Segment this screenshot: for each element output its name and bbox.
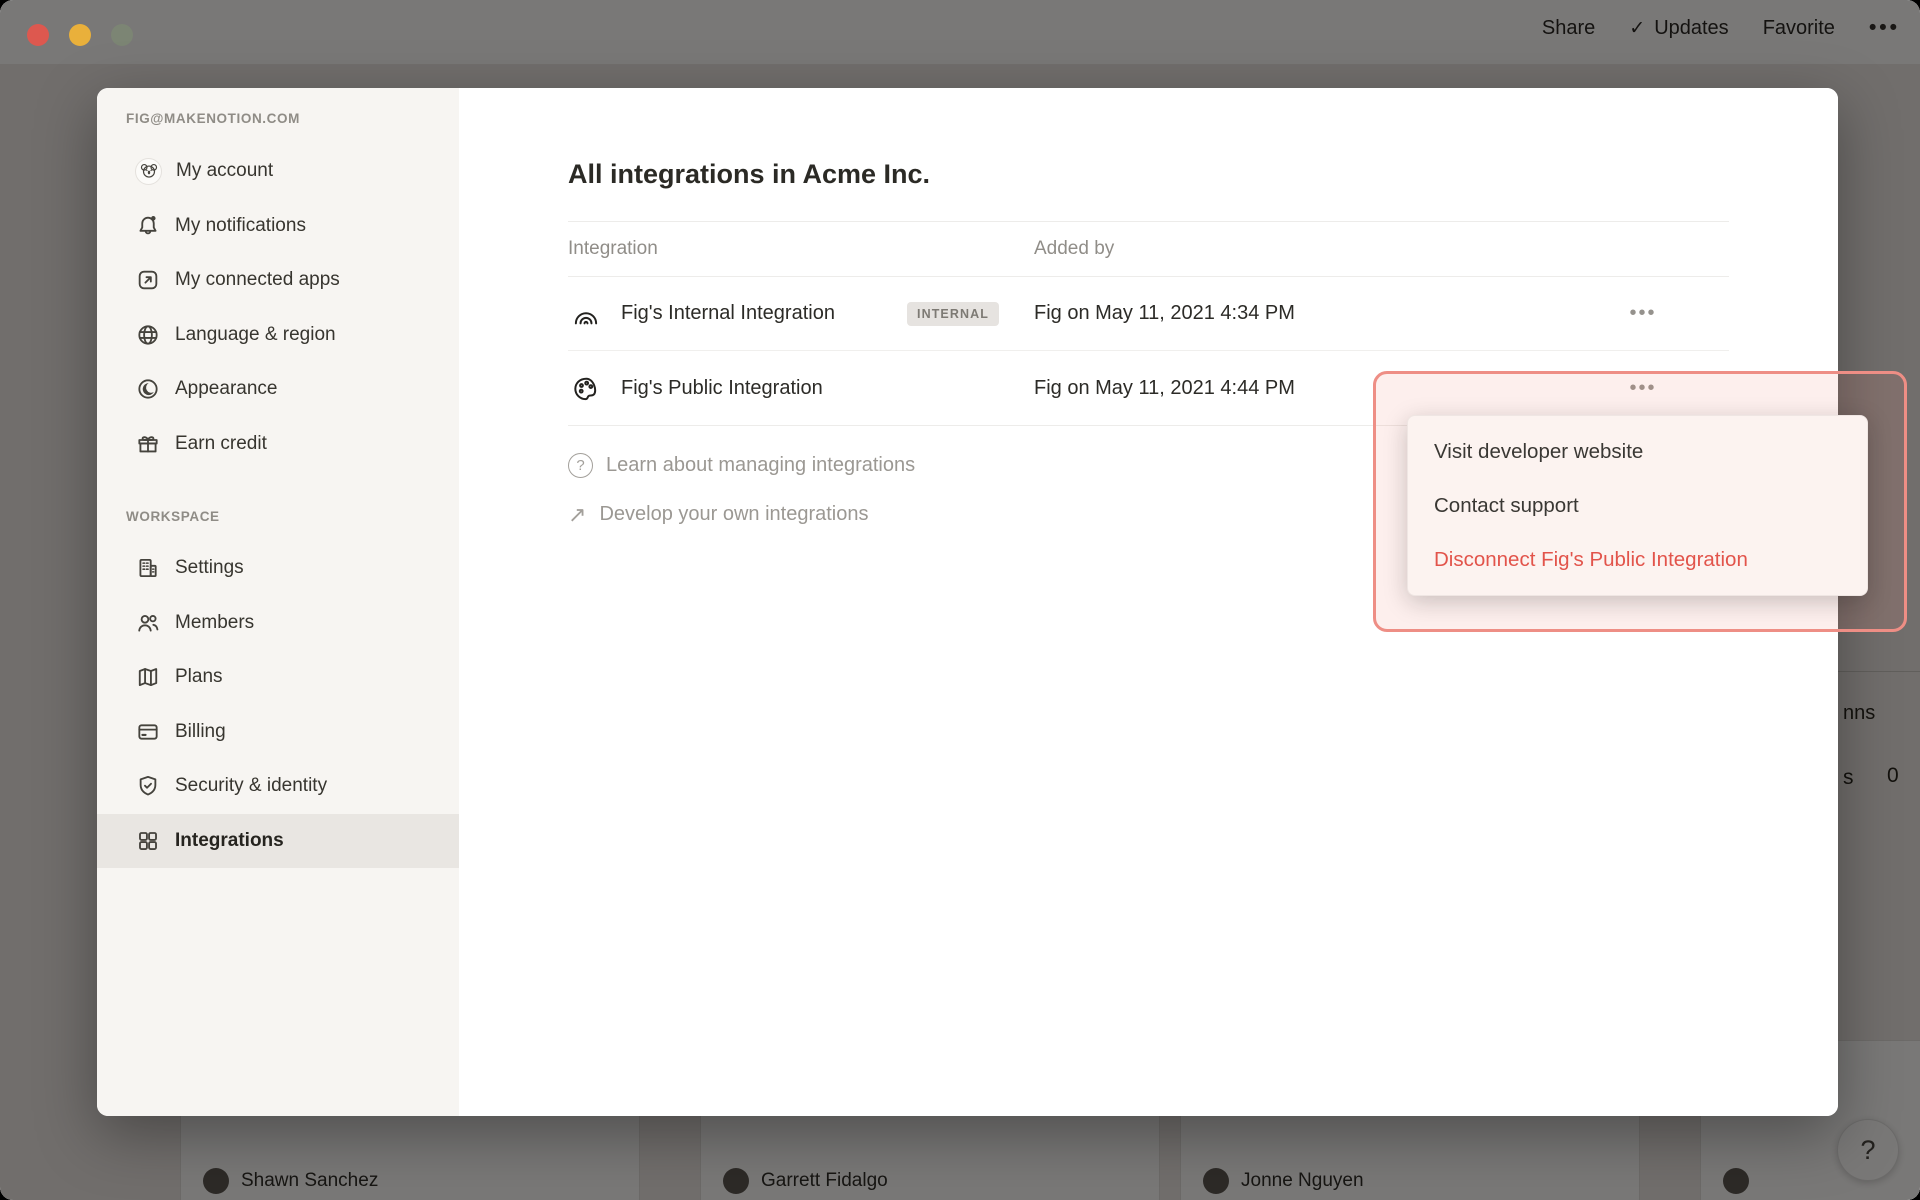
- minimize-window-button[interactable]: [69, 24, 91, 46]
- sidebar-item-label: My notifications: [175, 215, 306, 237]
- sidebar-item-label: Security & identity: [175, 775, 327, 797]
- link-label: Learn about managing integrations: [606, 454, 915, 477]
- arrow-up-right-icon: ↗: [568, 504, 586, 526]
- sidebar-item-integrations[interactable]: Integrations: [97, 814, 459, 869]
- settings-dialog: FIG@MAKENOTION.COM My account: [97, 88, 1838, 1116]
- sidebar-item-label: Members: [175, 612, 254, 634]
- koala-avatar: [135, 158, 162, 185]
- grid-icon: [135, 828, 161, 854]
- sidebar-item-label: Settings: [175, 557, 244, 579]
- ellipsis-icon: •••: [1629, 302, 1656, 324]
- external-link-square-icon: [135, 267, 161, 293]
- sidebar-item-plans[interactable]: Plans: [97, 650, 459, 705]
- row-more-button[interactable]: •••: [1608, 377, 1678, 400]
- sidebar-item-label: My account: [176, 160, 273, 182]
- learn-managing-integrations-link[interactable]: ? Learn about managing integrations: [568, 453, 915, 478]
- link-label: Develop your own integrations: [599, 503, 868, 526]
- settings-sidebar: FIG@MAKENOTION.COM My account: [97, 88, 459, 1116]
- sidebar-item-settings[interactable]: Settings: [97, 541, 459, 596]
- moon-icon: [135, 376, 161, 402]
- question-circle-icon: ?: [568, 453, 593, 478]
- menu-item-contact-support[interactable]: Contact support: [1408, 479, 1867, 533]
- building-icon: [135, 555, 161, 581]
- screenshot-root: Share ✓ Updates Favorite ••• Shawn Sanch…: [0, 0, 1920, 1200]
- column-header-integration: Integration: [568, 238, 658, 260]
- sidebar-item-members[interactable]: Members: [97, 596, 459, 651]
- sidebar-item-my-notifications[interactable]: My notifications: [97, 199, 459, 254]
- sidebar-item-label: Earn credit: [175, 433, 267, 455]
- people-icon: [135, 610, 161, 636]
- sidebar-item-label: My connected apps: [175, 269, 340, 291]
- bell-icon: [135, 213, 161, 239]
- sidebar-item-billing[interactable]: Billing: [97, 705, 459, 760]
- internal-badge: INTERNAL: [907, 302, 999, 326]
- zoom-window-button[interactable]: [111, 24, 133, 46]
- column-header-added-by: Added by: [1034, 238, 1114, 260]
- ellipsis-icon: •••: [1629, 377, 1656, 399]
- app-window: Share ✓ Updates Favorite ••• Shawn Sanch…: [0, 0, 1920, 1200]
- palette-doodle-icon: [570, 373, 602, 405]
- sidebar-item-label: Billing: [175, 721, 226, 743]
- sidebar-item-label: Plans: [175, 666, 223, 688]
- workspace-settings-list: Settings Members: [97, 541, 459, 868]
- table-header: Integration Added by: [568, 221, 1729, 277]
- sidebar-item-my-account[interactable]: My account: [97, 144, 459, 199]
- sidebar-item-language-region[interactable]: Language & region: [97, 308, 459, 363]
- credit-card-icon: [135, 719, 161, 745]
- menu-item-disconnect-integration[interactable]: Disconnect Fig's Public Integration: [1408, 533, 1867, 587]
- integrations-panel: All integrations in Acme Inc. Integratio…: [459, 88, 1838, 1116]
- sidebar-item-appearance[interactable]: Appearance: [97, 362, 459, 417]
- sidebar-item-label: Appearance: [175, 378, 277, 400]
- sidebar-item-security-identity[interactable]: Security & identity: [97, 759, 459, 814]
- added-by-value: Fig on May 11, 2021 4:44 PM: [1034, 377, 1295, 400]
- sidebar-item-earn-credit[interactable]: Earn credit: [97, 417, 459, 472]
- sidebar-item-label: Integrations: [175, 830, 284, 852]
- row-more-button[interactable]: •••: [1608, 302, 1678, 325]
- sidebar-item-label: Language & region: [175, 324, 336, 346]
- workspace-section-header: WORKSPACE: [126, 509, 220, 524]
- close-window-button[interactable]: [27, 24, 49, 46]
- added-by-value: Fig on May 11, 2021 4:34 PM: [1034, 302, 1295, 325]
- globe-icon: [135, 322, 161, 348]
- page-title: All integrations in Acme Inc.: [568, 159, 930, 190]
- traffic-lights: [27, 24, 133, 46]
- sidebar-item-my-connected-apps[interactable]: My connected apps: [97, 253, 459, 308]
- account-settings-list: My account My notifications: [97, 144, 459, 471]
- integration-name: Fig's Public Integration: [621, 377, 823, 400]
- integration-name: Fig's Internal Integration: [621, 302, 835, 325]
- menu-item-visit-developer-website[interactable]: Visit developer website: [1408, 425, 1867, 479]
- map-icon: [135, 664, 161, 690]
- integration-context-menu: Visit developer website Contact support …: [1407, 415, 1868, 596]
- account-email-header: FIG@MAKENOTION.COM: [126, 111, 300, 126]
- arches-doodle-icon: [570, 298, 602, 330]
- shield-check-icon: [135, 773, 161, 799]
- develop-integrations-link[interactable]: ↗ Develop your own integrations: [568, 503, 868, 526]
- table-row: Fig's Internal Integration INTERNAL Fig …: [568, 277, 1729, 351]
- gift-icon: [135, 431, 161, 457]
